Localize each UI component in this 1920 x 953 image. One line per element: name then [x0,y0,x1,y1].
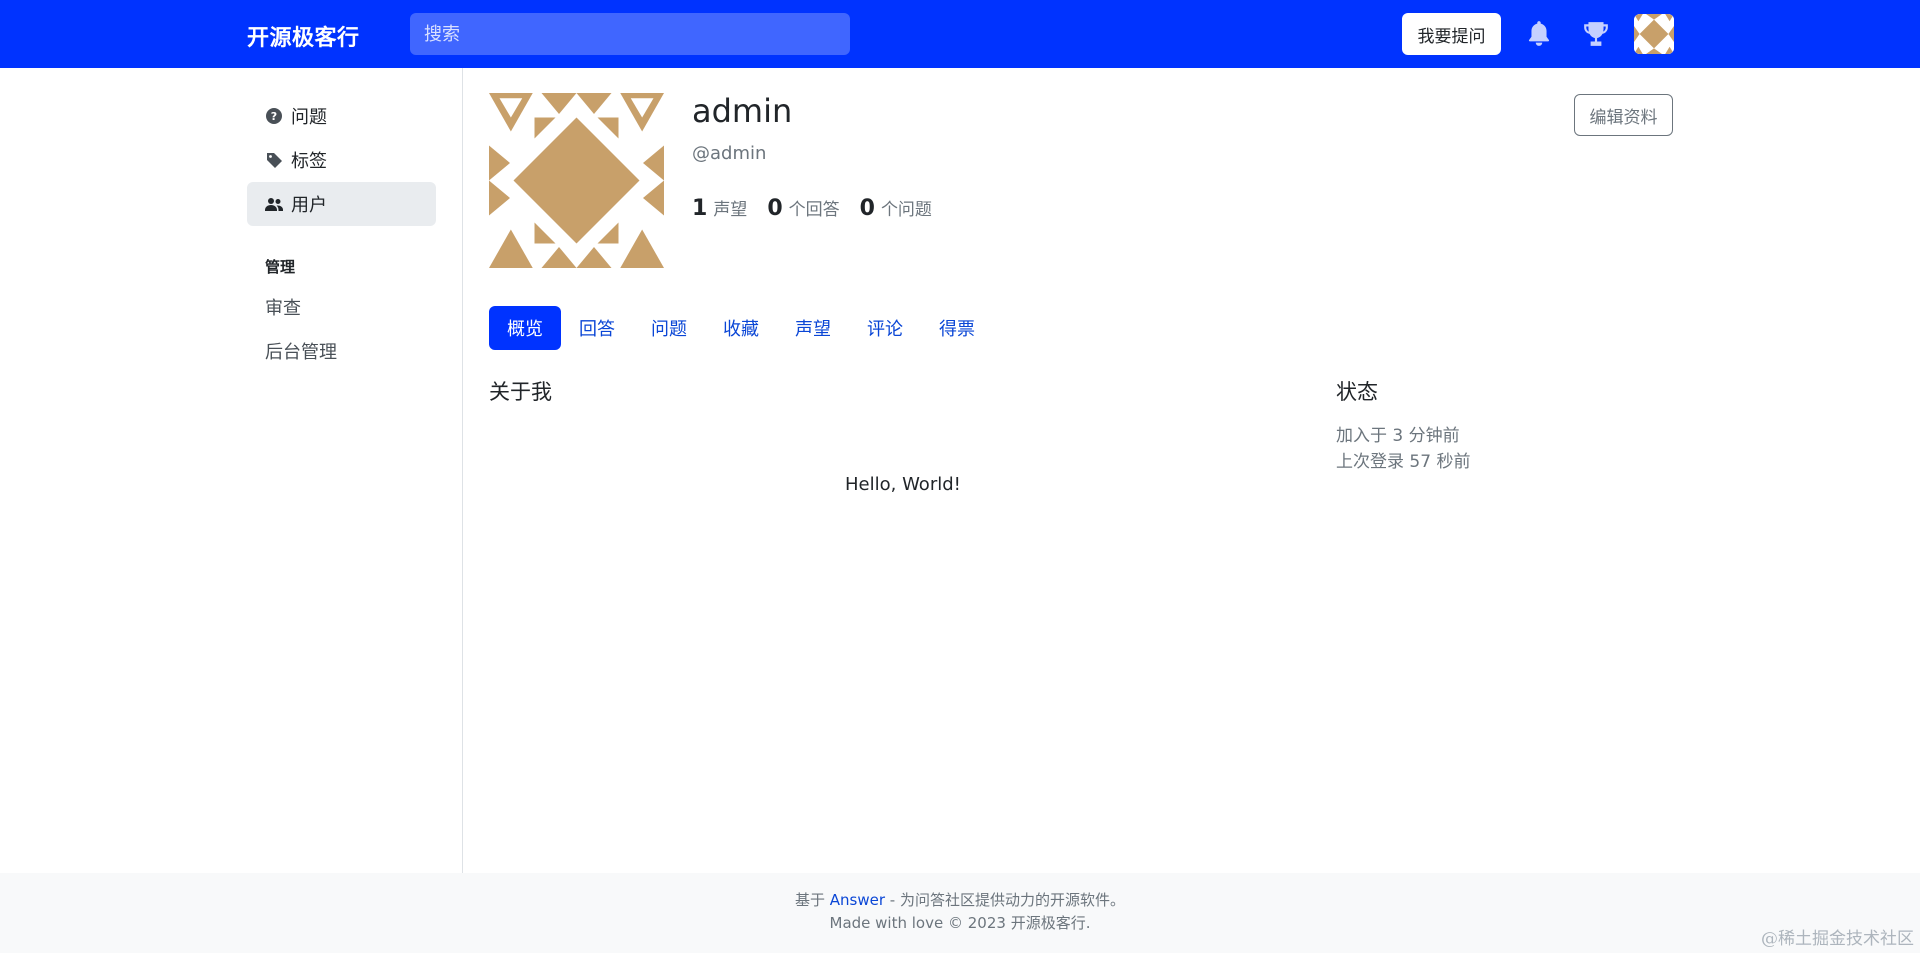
brand-logo[interactable]: 开源极客行 [247,20,360,52]
sidebar-item-users[interactable]: 用户 [247,182,436,226]
tab-questions[interactable]: 问题 [633,306,705,350]
status-last-login: 上次登录 57 秒前 [1336,452,1471,472]
profile-avatar [489,93,664,268]
footer-line-1: 基于 Answer - 为问答社区提供动力的开源软件。 [795,891,1125,909]
page-footer: 基于 Answer - 为问答社区提供动力的开源软件。 Made with lo… [0,873,1920,953]
sidebar-item-tags[interactable]: 标签 [247,138,436,182]
about-body: Hello, World! [845,474,961,495]
sidebar-item-label: 标签 [291,151,327,172]
tab-reputation[interactable]: 声望 [777,306,849,350]
answer-link[interactable]: Answer [830,891,885,909]
watermark: @稀土掘金技术社区 [1761,929,1914,949]
sidebar-item-questions[interactable]: ? 问题 [247,94,436,138]
tab-answers[interactable]: 回答 [561,306,633,350]
status-title: 状态 [1336,380,1378,404]
profile-stats: 1 声望 0 个回答 0 个问题 [692,195,932,221]
sidebar-item-admin[interactable]: 后台管理 [265,338,337,364]
sidebar-item-review[interactable]: 审查 [265,294,301,320]
stat-questions: 0 个问题 [859,196,932,221]
profile-handle: @admin [692,143,767,164]
ask-question-button[interactable]: 我要提问 [1402,13,1501,55]
users-icon [265,195,283,213]
search-input[interactable] [410,13,850,55]
admin-section-title: 管理 [265,258,296,276]
stat-reputation: 1 声望 [692,196,748,221]
stat-answers: 0 个回答 [767,196,840,221]
user-avatar-menu[interactable] [1634,14,1674,54]
top-navbar: 开源极客行 我要提问 [0,0,1920,68]
about-title: 关于我 [489,380,552,404]
footer-line-2: Made with love © 2023 开源极客行. [829,914,1091,932]
profile-username: admin [692,92,793,130]
edit-profile-button[interactable]: 编辑资料 [1574,94,1673,136]
profile-tabs: 概览 回答 问题 收藏 声望 评论 得票 [489,306,993,350]
sidebar-item-label: 问题 [291,107,327,128]
trophy-icon[interactable] [1578,16,1614,52]
tab-overview[interactable]: 概览 [489,306,561,350]
svg-text:?: ? [271,110,277,123]
tag-icon [265,151,283,169]
bell-icon[interactable] [1521,16,1557,52]
tab-comments[interactable]: 评论 [849,306,921,350]
question-circle-icon: ? [265,107,283,125]
tab-votes[interactable]: 得票 [921,306,993,350]
tab-bookmarks[interactable]: 收藏 [705,306,777,350]
sidebar-item-label: 用户 [291,195,327,216]
status-joined: 加入于 3 分钟前 [1336,426,1460,446]
